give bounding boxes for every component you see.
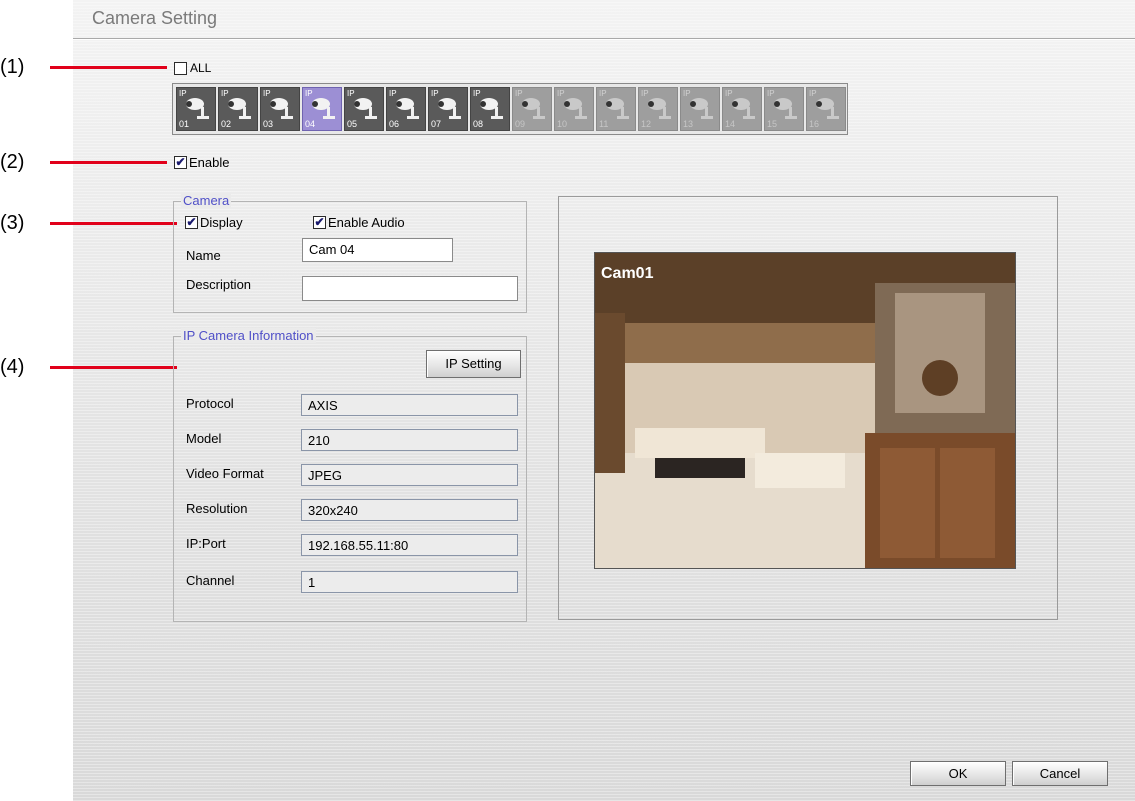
- camera-tile-09[interactable]: IP 09: [512, 87, 552, 131]
- camera-tile-10[interactable]: IP 10: [554, 87, 594, 131]
- camera-number: 13: [683, 119, 694, 129]
- camera-number: 09: [515, 119, 526, 129]
- name-input[interactable]: Cam 04: [302, 238, 453, 262]
- all-checkbox[interactable]: [174, 62, 187, 75]
- camera-number: 15: [767, 119, 778, 129]
- camera-tile-14[interactable]: IP 14: [722, 87, 762, 131]
- camera-tile-03[interactable]: IP 03: [260, 87, 300, 131]
- cancel-button[interactable]: Cancel: [1012, 761, 1108, 786]
- enable-checkbox[interactable]: ✔: [174, 156, 187, 169]
- all-label: ALL: [190, 61, 212, 75]
- callout-2: (2): [0, 151, 25, 173]
- camera-number: 03: [263, 119, 274, 129]
- display-checkbox[interactable]: ✔: [185, 216, 198, 229]
- enable-audio-checkbox[interactable]: ✔: [313, 216, 326, 229]
- camera-number: 11: [599, 119, 609, 129]
- camera-number: 02: [221, 119, 232, 129]
- ip-row-label: Channel: [186, 573, 235, 588]
- camera-number: 16: [809, 119, 820, 129]
- ip-row-label: Resolution: [186, 501, 248, 516]
- room-image: [595, 253, 1015, 568]
- camera-tile-13[interactable]: IP 13: [680, 87, 720, 131]
- ip-row-value: 1: [301, 571, 518, 593]
- ip-row-value: JPEG: [301, 464, 518, 486]
- window-title: Camera Setting: [92, 8, 218, 28]
- camera-number: 07: [431, 119, 442, 129]
- ip-row-value: 320x240: [301, 499, 518, 521]
- callout-1: (1): [0, 56, 25, 78]
- preview-camera-label: Cam01: [601, 265, 654, 282]
- name-label: Name: [186, 248, 221, 263]
- ip-camera-group-title: IP Camera Information: [181, 328, 316, 343]
- description-input[interactable]: [302, 276, 518, 301]
- ip-row-value: 210: [301, 429, 518, 451]
- enable-audio-label: Enable Audio: [328, 215, 405, 230]
- ip-row-value: AXIS: [301, 394, 518, 416]
- ip-row-label: Model: [186, 431, 222, 446]
- camera-tile-02[interactable]: IP 02: [218, 87, 258, 131]
- description-label: Description: [186, 277, 252, 292]
- camera-strip: IP 01 IP 02 IP 03 IP 04 IP 05 IP 06 IP 07 IP 08 IP 09 IP 10…: [172, 83, 848, 135]
- camera-number: 14: [725, 119, 736, 129]
- camera-tile-05[interactable]: IP 05: [344, 87, 384, 131]
- camera-group-title: Camera: [181, 193, 232, 208]
- title-divider: [73, 38, 1135, 40]
- camera-number: 05: [347, 119, 358, 129]
- callout-1-line: [50, 66, 167, 69]
- camera-number: 01: [179, 119, 190, 129]
- callout-4: (4): [0, 356, 25, 378]
- ok-button[interactable]: OK: [910, 761, 1006, 786]
- callout-4-line: [50, 366, 177, 369]
- camera-tile-11[interactable]: IP 11: [596, 87, 636, 131]
- camera-tile-16[interactable]: IP 16: [806, 87, 846, 131]
- camera-tile-06[interactable]: IP 06: [386, 87, 426, 131]
- camera-tile-04[interactable]: IP 04: [302, 87, 342, 131]
- ip-row-label: Video Format: [186, 466, 264, 481]
- ip-row-label: Protocol: [186, 396, 234, 411]
- camera-number: 06: [389, 119, 400, 129]
- camera-tile-01[interactable]: IP 01: [176, 87, 216, 131]
- callout-3-line: [50, 222, 177, 225]
- callout-2-line: [50, 161, 167, 164]
- camera-preview: Cam01: [594, 252, 1016, 569]
- callout-3: (3): [0, 212, 25, 234]
- camera-tile-15[interactable]: IP 15: [764, 87, 804, 131]
- camera-tile-07[interactable]: IP 07: [428, 87, 468, 131]
- ip-row-label: IP:Port: [186, 536, 226, 551]
- enable-label: Enable: [189, 155, 230, 170]
- camera-number: 04: [305, 119, 316, 129]
- camera-tile-12[interactable]: IP 12: [638, 87, 678, 131]
- camera-number: 10: [557, 119, 568, 129]
- ip-row-value: 192.168.55.11:80: [301, 534, 518, 556]
- camera-number: 08: [473, 119, 484, 129]
- display-label: Display: [200, 215, 243, 230]
- ip-setting-button[interactable]: IP Setting: [426, 350, 521, 378]
- camera-tile-08[interactable]: IP 08: [470, 87, 510, 131]
- camera-number: 12: [641, 119, 652, 129]
